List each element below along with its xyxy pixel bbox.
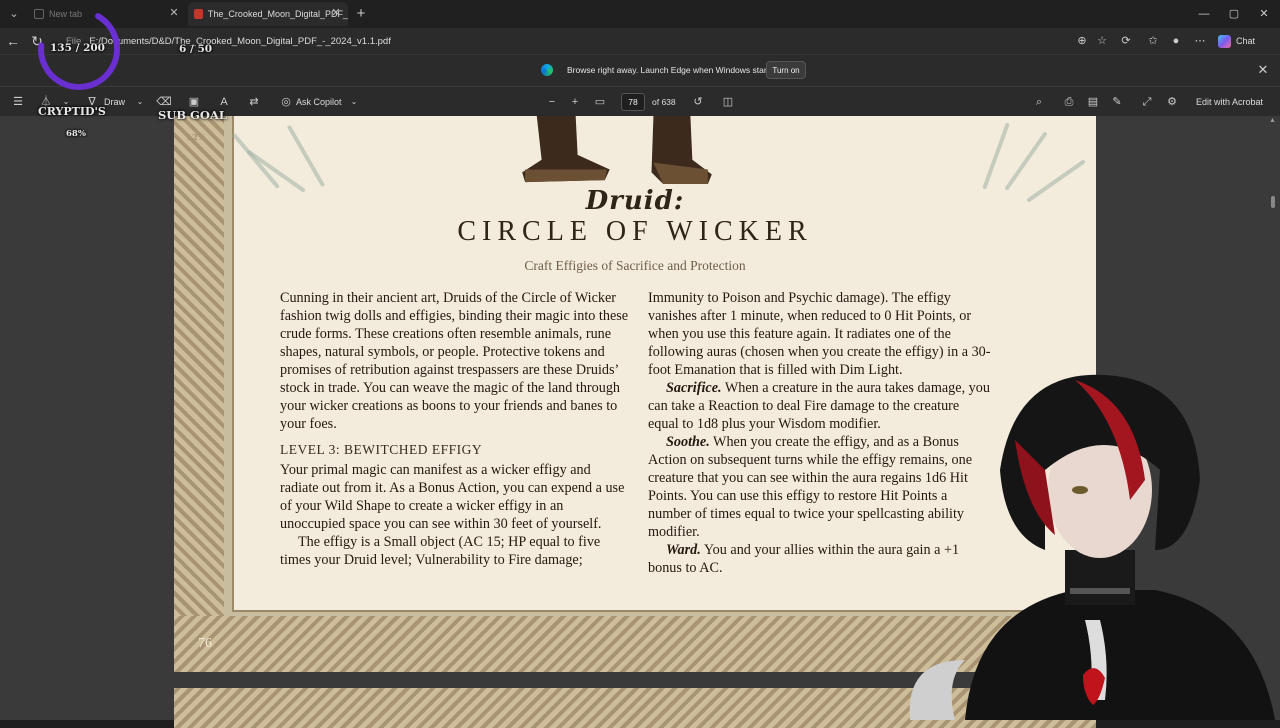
tab-title: The_Crooked_Moon_Digital_PDF_ bbox=[207, 9, 348, 19]
startup-info-bar: Browse right away. Launch Edge when Wind… bbox=[0, 54, 1280, 86]
intro-paragraph: Cunning in their ancient art, Druids of … bbox=[280, 290, 629, 432]
save-icon[interactable]: ▤ bbox=[1085, 93, 1101, 111]
subgoal-count: 6 / 50 bbox=[179, 43, 213, 55]
search-icon[interactable]: ⌕ bbox=[1031, 93, 1047, 111]
zoom-out-icon[interactable]: − bbox=[544, 93, 560, 111]
settings-gear-icon[interactable]: ⚙ bbox=[1164, 93, 1180, 111]
contents-list-icon[interactable]: ☰ bbox=[10, 93, 26, 111]
feature-paragraph: Your primal magic can manifest as a wick… bbox=[280, 462, 625, 532]
translate-icon[interactable]: ⇄ bbox=[246, 93, 262, 111]
copilot-chat-button[interactable]: Chat bbox=[1218, 32, 1255, 50]
aura-name: Ward. bbox=[666, 542, 701, 558]
pdf-icon bbox=[194, 9, 203, 19]
fit-page-icon[interactable]: ▭ bbox=[592, 93, 608, 111]
print-icon[interactable]: ⎙ bbox=[1061, 93, 1077, 111]
fern-leaf-decoration bbox=[231, 132, 281, 190]
scroll-up-arrow-icon[interactable]: ▲ bbox=[1269, 117, 1276, 124]
favorite-star-icon[interactable]: ☆ bbox=[1094, 33, 1110, 49]
aura-name: Soothe. bbox=[666, 434, 710, 450]
fullscreen-icon[interactable]: ⤢ bbox=[1139, 93, 1155, 111]
copilot-chevron-icon[interactable]: ⌄ bbox=[346, 93, 362, 111]
tab-actions-chevron-icon[interactable]: ⌄ bbox=[4, 5, 24, 23]
minimize-icon[interactable]: — bbox=[1196, 6, 1212, 22]
profile-avatar-icon[interactable]: ● bbox=[1168, 33, 1184, 49]
close-tab-icon[interactable]: ✕ bbox=[168, 7, 180, 19]
goal-percent: 68% bbox=[66, 129, 86, 139]
goal-count: 135 / 200 bbox=[50, 42, 105, 54]
subgoal-percent: 12% bbox=[186, 133, 206, 143]
edge-logo-icon bbox=[541, 64, 553, 76]
back-arrow-icon[interactable]: ← bbox=[4, 32, 22, 50]
goal-label: CRYPTID'S bbox=[38, 105, 106, 118]
save-as-icon[interactable]: ✎ bbox=[1109, 93, 1125, 111]
new-tab-plus-icon[interactable]: + bbox=[352, 5, 370, 23]
druid-feet-illustration bbox=[522, 116, 712, 185]
rotate-icon[interactable]: ↺ bbox=[690, 93, 706, 111]
scrollbar-thumb[interactable] bbox=[1271, 196, 1275, 208]
printed-page-number: 76 bbox=[198, 636, 212, 651]
draw-label[interactable]: Draw bbox=[104, 93, 125, 111]
close-infobar-icon[interactable]: ✕ bbox=[1256, 63, 1270, 77]
vtuber-avatar bbox=[909, 374, 1275, 720]
edit-with-acrobat-button[interactable]: Edit with Acrobat bbox=[1196, 93, 1263, 111]
restore-icon[interactable]: ▢ bbox=[1226, 6, 1242, 22]
fern-leaf-decoration bbox=[286, 124, 326, 188]
info-message: Browse right away. Launch Edge when Wind… bbox=[567, 65, 776, 75]
chapter-title-druid: Druid: bbox=[585, 186, 685, 216]
zoom-icon[interactable]: ⊕ bbox=[1074, 33, 1090, 49]
fern-leaf-decoration bbox=[982, 122, 1010, 190]
page-total: of 638 bbox=[652, 97, 676, 107]
tab-pdf[interactable]: The_Crooked_Moon_Digital_PDF_ ✕ bbox=[188, 2, 348, 26]
copilot-logo-icon bbox=[1218, 34, 1231, 48]
feature-paragraph: The effigy is a Small object (AC 15; HP … bbox=[280, 534, 601, 568]
close-tab-icon[interactable]: ✕ bbox=[330, 7, 342, 19]
extensions-icon[interactable]: ⟳ bbox=[1118, 33, 1134, 49]
subclass-title: CIRCLE OF WICKER bbox=[457, 216, 813, 247]
text-column-left: Cunning in their ancient art, Druids of … bbox=[280, 289, 630, 569]
favorites-icon[interactable]: ✩ bbox=[1145, 33, 1161, 49]
fern-leaf-decoration bbox=[1004, 131, 1048, 191]
subclass-subtitle: Craft Effigies of Sacrifice and Protecti… bbox=[524, 258, 746, 273]
zoom-in-icon[interactable]: + bbox=[567, 93, 583, 111]
more-menu-icon[interactable]: ⋯ bbox=[1192, 33, 1208, 49]
feature-heading: LEVEL 3: BEWITCHED EFFIGY bbox=[280, 442, 483, 457]
ask-copilot-label[interactable]: Ask Copilot bbox=[296, 93, 342, 111]
url-text: E:/Documents/D&D/The_Crooked_Moon_Digita… bbox=[89, 35, 391, 47]
aura-name: Sacrifice. bbox=[666, 380, 722, 396]
subgoal-label: SUB GOAL bbox=[158, 108, 227, 122]
chat-label: Chat bbox=[1236, 36, 1256, 46]
page-view-icon[interactable]: ◫ bbox=[720, 93, 736, 111]
url-field[interactable]: File E:/Documents/D&D/The_Crooked_Moon_D… bbox=[56, 31, 1116, 51]
close-window-icon[interactable]: ✕ bbox=[1256, 6, 1272, 22]
copilot-icon[interactable]: ◎ bbox=[278, 93, 294, 111]
draw-chevron-icon[interactable]: ⌄ bbox=[132, 93, 148, 111]
page-number-input[interactable]: 78 bbox=[621, 93, 645, 111]
title-bar: ⌄ New tab ✕ The_Crooked_Moon_Digital_PDF… bbox=[0, 0, 1280, 28]
turn-on-button[interactable]: Turn on bbox=[766, 61, 806, 79]
